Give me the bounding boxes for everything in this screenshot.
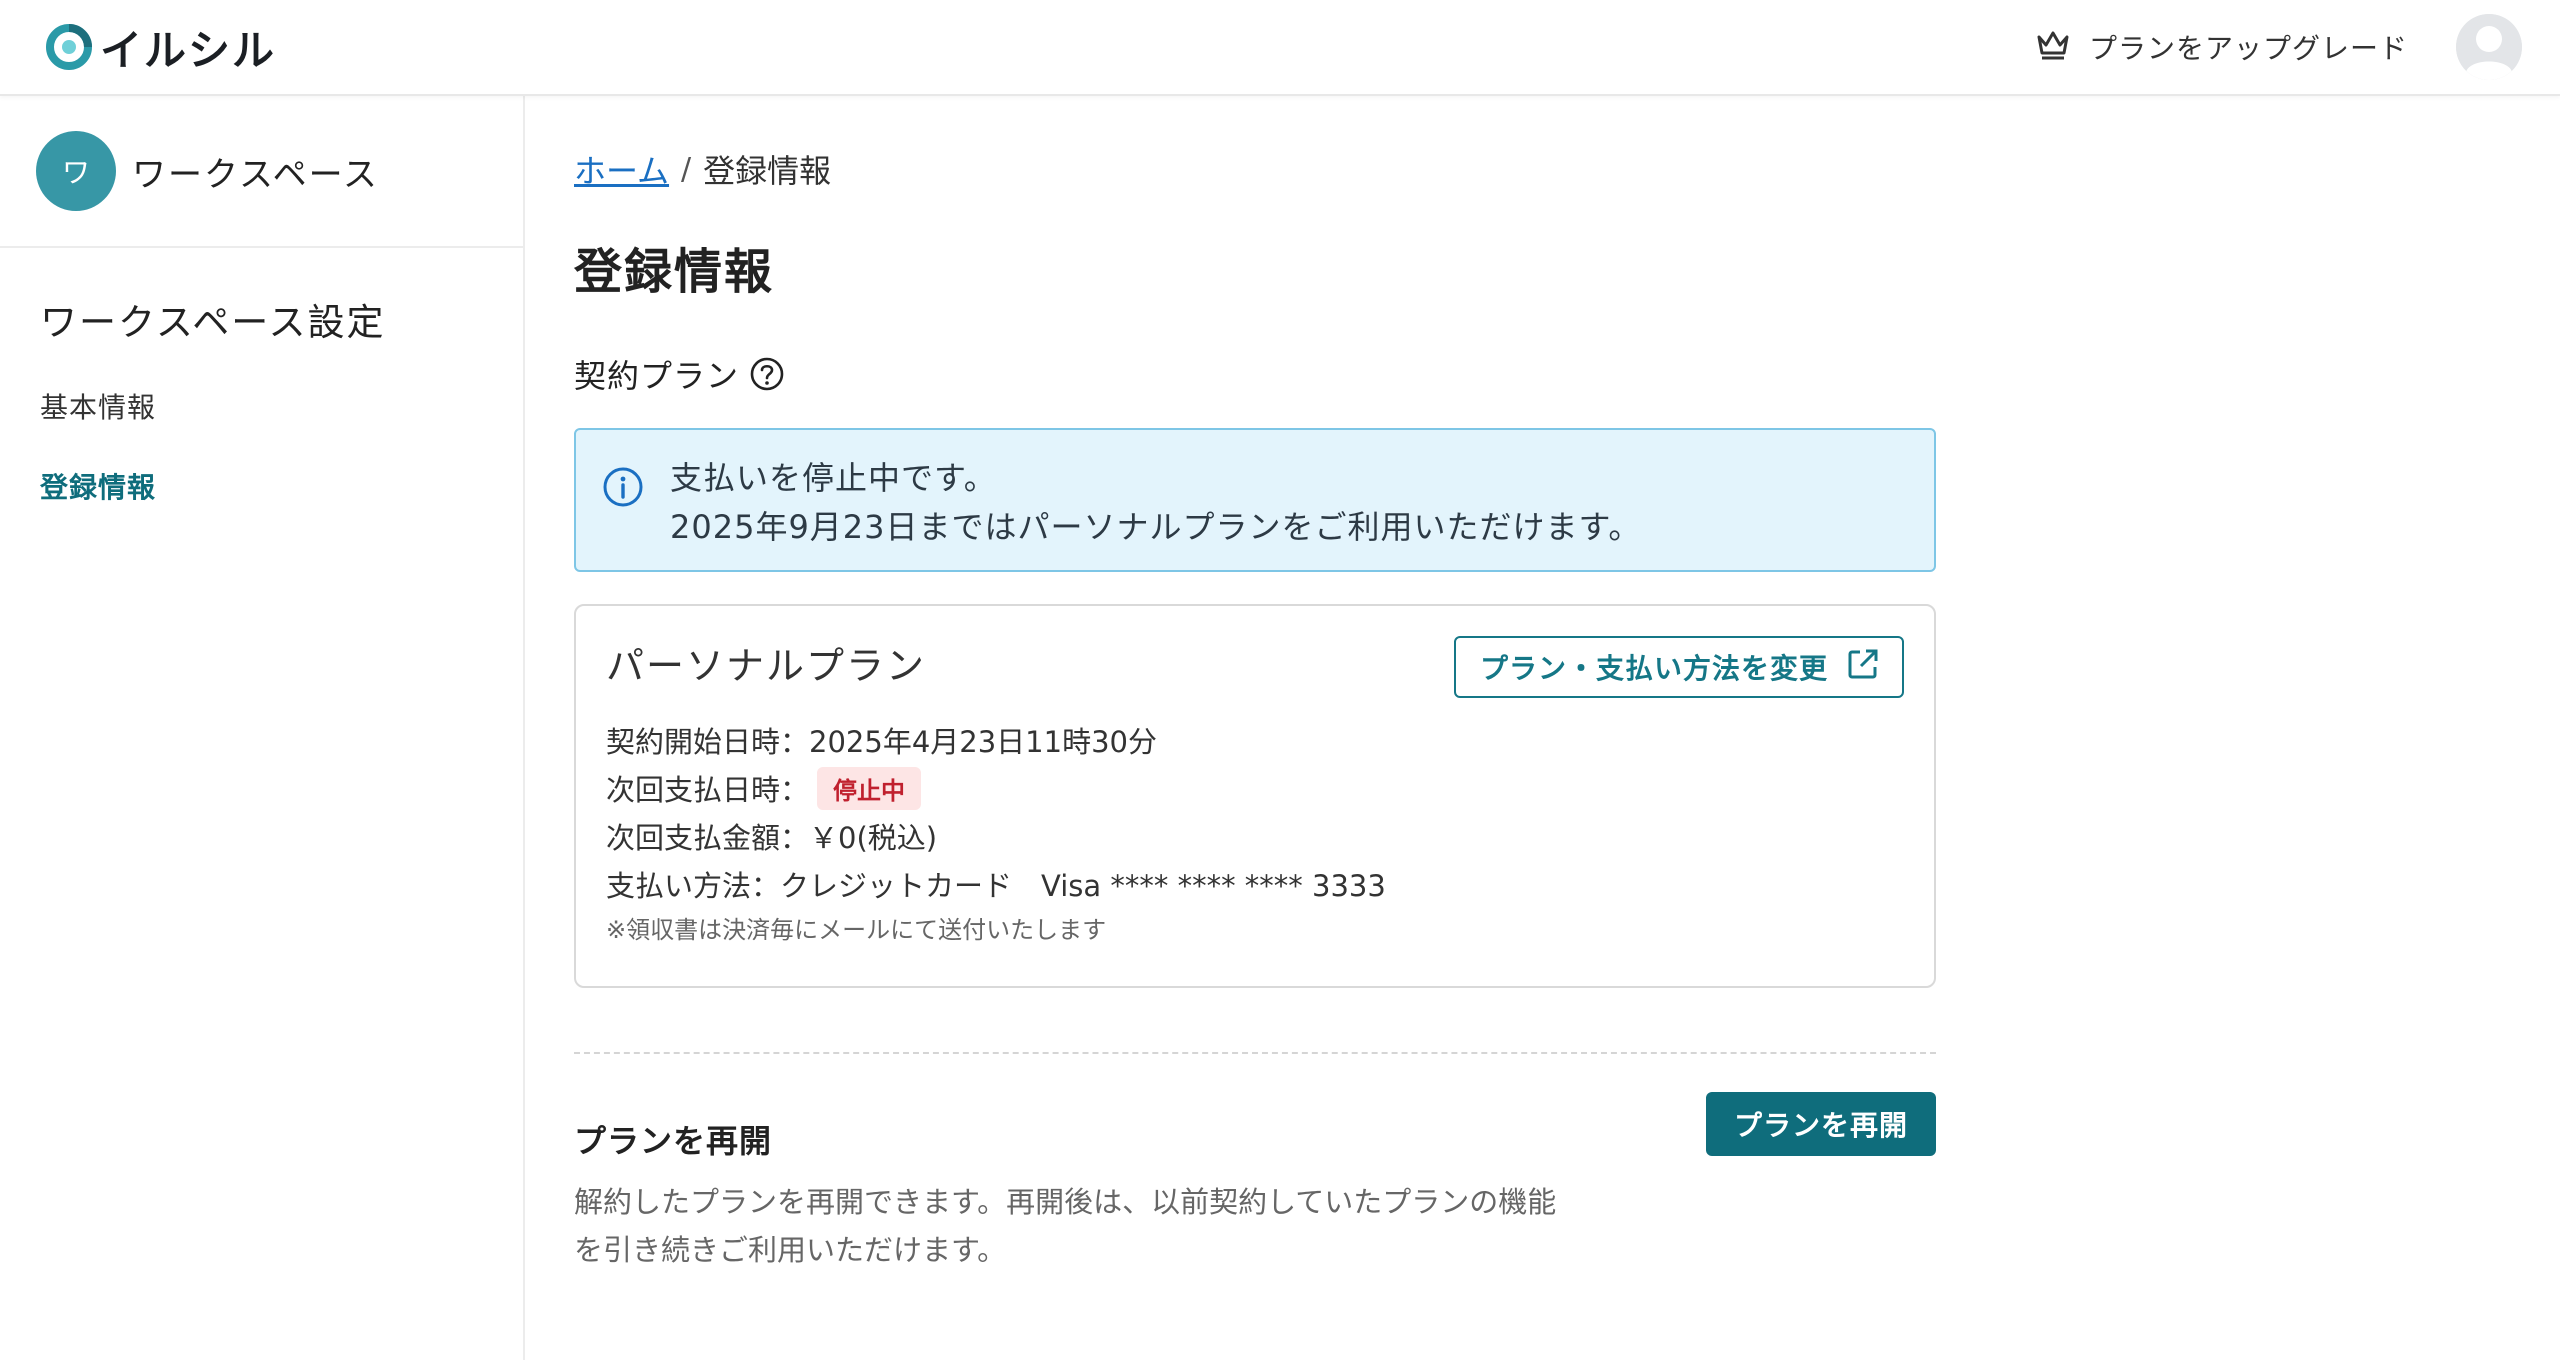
upgrade-plan-link[interactable]: プランをアップグレード <box>2035 27 2408 67</box>
resume-plan-section: プランを再開 解約したプランを再開できます。再開後は、以前契約していたプランの機… <box>574 1092 1936 1296</box>
payment-method-value: クレジットカード Visa **** **** **** 3333 <box>780 869 1386 903</box>
workspace-avatar: ワ <box>36 131 116 211</box>
info-circle-icon <box>602 466 644 508</box>
next-payment-date-row: 次回支払日時： 停止中 <box>606 764 1904 812</box>
payment-method-row: 支払い方法： クレジットカード Visa **** **** **** 3333 <box>606 860 1904 908</box>
contract-plan-heading: 契約プラン <box>574 352 1936 396</box>
app-name: イルシル <box>100 25 277 75</box>
breadcrumb: ホーム / 登録情報 <box>574 146 1936 192</box>
change-plan-payment-button[interactable]: プラン・支払い方法を変更 <box>1453 636 1904 698</box>
sidebar: ワ ワークスペース ワークスペース設定 基本情報 登録情報 <box>0 96 525 1360</box>
resume-plan-description: 解約したプランを再開できます。再開後は、以前契約していたプランの機能を引き続きご… <box>574 1185 1557 1267</box>
contract-start-label: 契約開始日時： <box>606 725 810 759</box>
next-payment-amount-row: 次回支払金額： ￥0(税込) <box>606 812 1904 860</box>
next-payment-amount-label: 次回支払金額： <box>606 821 810 855</box>
user-avatar-icon[interactable] <box>2456 14 2522 80</box>
sidebar-section-title: ワークスペース設定 <box>40 301 386 344</box>
contract-start-value: 2025年4月23日11時30分 <box>809 725 1157 759</box>
app-logo[interactable]: イルシル <box>46 17 276 78</box>
main-content: ホーム / 登録情報 登録情報 契約プラン 支払いを停止中です。 2025年9月… <box>574 96 1936 1296</box>
status-badge: 停止中 <box>817 766 922 810</box>
logo-mark-icon <box>46 24 92 70</box>
sidebar-item-basic-info[interactable]: 基本情報 <box>40 386 523 424</box>
plan-card: パーソナルプラン プラン・支払い方法を変更 契約開始日時： 2025年4月23日… <box>574 604 1936 988</box>
workspace-name: ワークスペース <box>132 154 379 195</box>
upgrade-plan-label: プランをアップグレード <box>2088 32 2408 65</box>
contract-start-row: 契約開始日時： 2025年4月23日11時30分 <box>606 716 1904 764</box>
top-header: イルシル プランをアップグレード <box>0 0 2560 96</box>
breadcrumb-current: 登録情報 <box>703 152 832 190</box>
next-payment-amount-value: ￥0(税込) <box>809 821 938 855</box>
next-payment-date-label: 次回支払日時： <box>606 773 810 807</box>
breadcrumb-home-link[interactable]: ホーム <box>574 146 669 192</box>
alert-line-2: 2025年9月23日まではパーソナルプランをご利用いただけます。 <box>670 508 1642 546</box>
question-circle-icon[interactable] <box>749 356 785 392</box>
change-plan-payment-label: プラン・支払い方法を変更 <box>1479 652 1828 685</box>
workspace-switcher[interactable]: ワ ワークスペース <box>0 96 523 248</box>
crown-icon <box>2035 29 2071 65</box>
sidebar-nav: 基本情報 登録情報 <box>40 386 523 504</box>
page-title: 登録情報 <box>574 244 775 300</box>
breadcrumb-separator: / <box>681 151 692 187</box>
resume-plan-button[interactable]: プランを再開 <box>1705 1092 1936 1156</box>
contract-plan-label: 契約プラン <box>574 357 740 395</box>
alert-line-1: 支払いを停止中です。 <box>670 459 997 497</box>
payment-method-label: 支払い方法： <box>606 869 781 903</box>
payment-paused-alert: 支払いを停止中です。 2025年9月23日まではパーソナルプランをご利用いただけ… <box>574 428 1936 572</box>
sidebar-item-registration-info[interactable]: 登録情報 <box>40 466 523 504</box>
external-link-icon <box>1846 647 1880 688</box>
section-divider <box>574 1052 1936 1054</box>
receipt-note: ※領収書は決済毎にメールにて送付いたします <box>606 916 1107 944</box>
